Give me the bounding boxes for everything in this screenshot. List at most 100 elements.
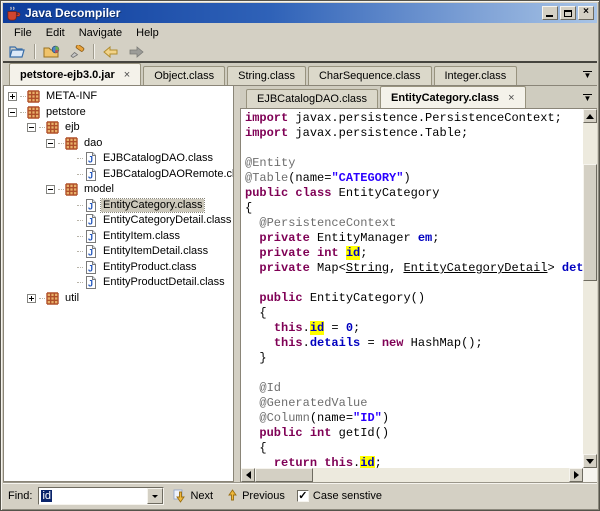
- tree-item[interactable]: JEntityItem.class: [4, 229, 233, 245]
- tree-item[interactable]: JEntityCategory.class: [4, 198, 233, 214]
- jar-tab-list-dropdown-icon[interactable]: ▼: [583, 71, 592, 80]
- tab-label: Integer.class: [445, 70, 507, 82]
- tree-expander-minus-icon[interactable]: [46, 139, 55, 148]
- previous-label: Previous: [242, 490, 285, 502]
- find-label: Find:: [8, 490, 32, 502]
- code-line: [245, 141, 583, 156]
- menu-bar: FileEditNavigateHelp: [3, 23, 597, 42]
- main-split: META-INFpetstoreejbdaoJEJBCatalogDAO.cla…: [3, 86, 597, 482]
- package-icon: [65, 137, 78, 150]
- code-line: {: [245, 441, 583, 456]
- tab-close-icon[interactable]: ×: [124, 69, 130, 81]
- back-button[interactable]: [100, 43, 122, 61]
- tree-item[interactable]: util: [4, 291, 233, 307]
- tree-item[interactable]: J EntityProductDetail.class: [4, 275, 233, 291]
- app-window: Java Decompiler × FileEditNavigateHelp: [0, 0, 600, 511]
- tree-item-label: EJBCatalogDAO.class: [101, 152, 215, 165]
- tree-connector: [20, 112, 26, 113]
- tree-item[interactable]: ejb: [4, 120, 233, 136]
- find-input[interactable]: id: [38, 487, 164, 505]
- jar-tab[interactable]: CharSequence.class: [308, 66, 432, 85]
- scroll-down-icon[interactable]: [583, 454, 597, 468]
- code-line: public EntityCategory(): [245, 291, 583, 306]
- tree-connector: [77, 220, 83, 221]
- scroll-up-icon[interactable]: [583, 109, 597, 123]
- svg-text:J: J: [88, 170, 93, 180]
- jar-tab-bar: petstore-ejb3.0.jar×Object.class String.c…: [3, 63, 597, 86]
- scroll-right-icon[interactable]: [569, 468, 583, 482]
- horizontal-scroll-thumb[interactable]: [255, 468, 313, 482]
- open-file-button[interactable]: [7, 43, 29, 61]
- code-line: {: [245, 306, 583, 321]
- tree-item-label: ejb: [63, 121, 82, 134]
- vertical-scrollbar[interactable]: [583, 109, 597, 468]
- jar-tab[interactable]: String.class: [227, 66, 306, 85]
- code-text[interactable]: import javax.persistence.PersistenceCont…: [241, 109, 583, 468]
- class-file-icon: J: [84, 152, 97, 165]
- title-bar[interactable]: Java Decompiler ×: [3, 3, 597, 23]
- svg-text:J: J: [88, 201, 93, 211]
- code-line: @GeneratedValue: [245, 396, 583, 411]
- tree-item[interactable]: dao: [4, 136, 233, 152]
- tree-item[interactable]: META-INF: [4, 89, 233, 105]
- tree-item-label: model: [82, 183, 116, 196]
- code-line: @Id: [245, 381, 583, 396]
- tree-item[interactable]: J EJBCatalogDAO.class: [4, 151, 233, 167]
- save-all-sources-button[interactable]: [41, 43, 63, 61]
- svg-text:J: J: [88, 217, 93, 227]
- tree-item-label: EJBCatalogDAORemote.class: [101, 168, 234, 181]
- minimize-button[interactable]: [542, 6, 558, 20]
- tree-item-label: EntityProduct.class: [101, 261, 199, 274]
- tree-item[interactable]: petstore: [4, 105, 233, 121]
- tree-expander-minus-icon[interactable]: [8, 108, 17, 117]
- search-brush-icon: [69, 45, 85, 59]
- package-icon: [27, 90, 40, 103]
- menu-item-navigate[interactable]: Navigate: [72, 25, 129, 41]
- tree-expander-plus-icon[interactable]: [8, 92, 17, 101]
- code-line: {: [245, 201, 583, 216]
- jar-tab[interactable]: Integer.class: [434, 66, 518, 85]
- scroll-left-icon[interactable]: [241, 468, 255, 482]
- tab-label: EJBCatalogDAO.class: [257, 93, 367, 105]
- maximize-button[interactable]: [560, 6, 576, 20]
- menu-item-file[interactable]: File: [7, 25, 39, 41]
- code-line: @Table(name="CATEGORY"): [245, 171, 583, 186]
- tree-item-label: EntityProductDetail.class: [101, 276, 227, 289]
- class-file-icon: J: [84, 276, 97, 289]
- jar-tab[interactable]: Object.class: [143, 66, 225, 85]
- tree-expander-minus-icon[interactable]: [46, 185, 55, 194]
- tree-item[interactable]: JEntityProduct.class: [4, 260, 233, 276]
- forward-button[interactable]: [125, 43, 147, 61]
- find-dropdown-button[interactable]: [147, 488, 163, 504]
- back-arrow-icon: [103, 46, 119, 58]
- jar-tab[interactable]: petstore-ejb3.0.jar×: [9, 63, 141, 85]
- search-button[interactable]: [66, 43, 88, 61]
- tree-connector: [20, 96, 26, 97]
- case-sensitive-checkbox[interactable]: ✓ Case senstive: [294, 489, 385, 503]
- tree-expander-plus-icon[interactable]: [27, 294, 36, 303]
- tab-label: String.class: [238, 70, 295, 82]
- code-line: return this.id;: [245, 456, 583, 468]
- tree-item[interactable]: JEntityItemDetail.class: [4, 244, 233, 260]
- toolbar-separator: [93, 44, 95, 59]
- package-icon: [65, 183, 78, 196]
- tree-item[interactable]: JEntityCategoryDetail.class: [4, 213, 233, 229]
- search-match-highlight: id: [346, 246, 360, 260]
- tree-item[interactable]: model: [4, 182, 233, 198]
- find-next-button[interactable]: Next: [170, 488, 216, 504]
- find-previous-button[interactable]: Previous: [222, 488, 288, 504]
- class-tab[interactable]: EntityCategory.class×: [380, 86, 525, 108]
- window-title: Java Decompiler: [25, 6, 540, 20]
- horizontal-scrollbar[interactable]: [241, 468, 583, 482]
- menu-item-edit[interactable]: Edit: [39, 25, 72, 41]
- vertical-scroll-thumb[interactable]: [583, 164, 597, 281]
- tree-item[interactable]: J EJBCatalogDAORemote.class: [4, 167, 233, 183]
- tab-close-icon[interactable]: ×: [508, 92, 514, 104]
- code-line: this.id = 0;: [245, 321, 583, 336]
- close-button[interactable]: ×: [578, 6, 594, 20]
- class-tab-list-dropdown-icon[interactable]: ▼: [583, 94, 592, 103]
- menu-item-help[interactable]: Help: [129, 25, 166, 41]
- tree-expander-minus-icon[interactable]: [27, 123, 36, 132]
- class-tab[interactable]: EJBCatalogDAO.class: [246, 89, 378, 108]
- package-icon: [27, 106, 40, 119]
